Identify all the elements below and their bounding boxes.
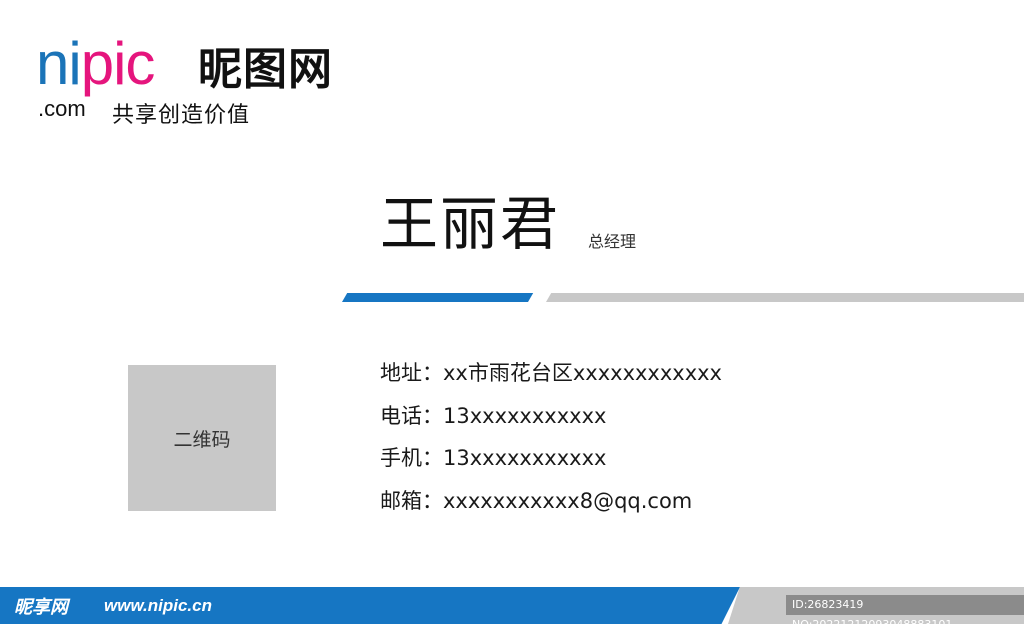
contact-phone: 电话：13xxxxxxxxxxx [380,397,722,440]
contact-label: 手机： [380,446,443,470]
job-title: 总经理 [588,232,637,251]
logo-domain: .com [38,96,86,121]
accent-stripe-blue [342,293,534,302]
qr-code-placeholder: 二维码 [128,365,276,511]
logo-nipic-wordmark: nipic [36,34,155,94]
contact-label: 地址： [380,361,443,385]
contact-value: 13xxxxxxxxxxx [443,403,607,428]
contact-label: 邮箱： [380,488,443,513]
footer-brand: 昵享网 [14,597,68,618]
logo-nipic-part2: pic [80,30,156,97]
contact-address: 地址：xx市雨花台区xxxxxxxxxxxx [380,354,722,397]
contact-mobile: 手机：13xxxxxxxxxxx [380,439,722,482]
logo-slogan: 共享创造价值 [112,103,251,128]
contact-email: 邮箱：xxxxxxxxxxx8@qq.com [380,482,722,525]
qr-code-label: 二维码 [173,428,231,451]
accent-stripe-gray [546,293,1024,302]
person-name: 王丽君 [380,190,561,258]
image-id-watermark: ID:26823419 NO:20221212093048883101 [786,595,1024,631]
contact-list: 地址：xx市雨花台区xxxxxxxxxxxx 电话：13xxxxxxxxxxx … [380,354,722,524]
logo-nipic-part1: ni [36,30,82,97]
footer-url[interactable]: www.nipic.cn [104,596,212,616]
contact-label: 电话： [380,403,443,428]
contact-value: xxxxxxxxxxx8@qq.com [443,488,693,513]
nipic-logo: nipic 昵图网 .com 共享创造价值 [36,34,356,130]
logo-chinese-name: 昵图网 [198,44,333,95]
contact-value: xx市雨花台区xxxxxxxxxxxx [443,361,722,385]
contact-value: 13xxxxxxxxxxx [443,446,607,470]
